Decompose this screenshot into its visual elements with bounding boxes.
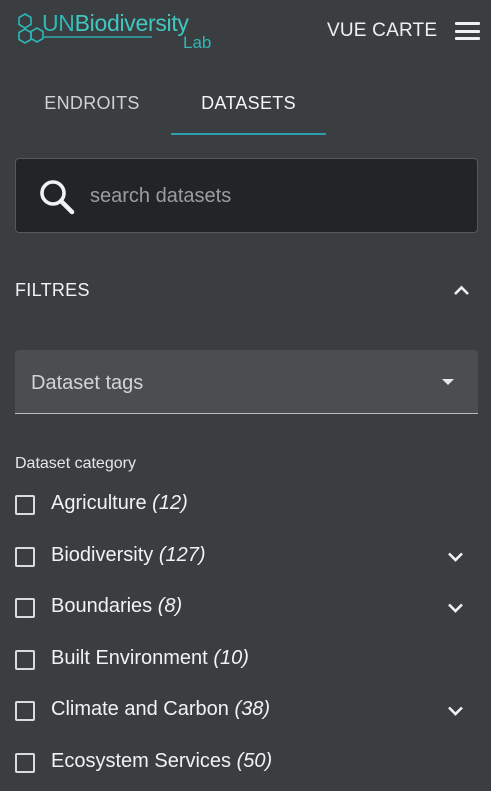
- hamburger-menu-icon[interactable]: [455, 22, 480, 40]
- category-count: (8): [157, 595, 183, 617]
- category-count: (50): [236, 749, 273, 772]
- category-count: (127): [158, 543, 206, 566]
- category-label: Boundaries (8): [51, 595, 182, 618]
- category-checkbox[interactable]: [15, 598, 35, 618]
- chevron-down-icon[interactable]: [447, 602, 464, 614]
- filters-header[interactable]: FILTRES: [15, 278, 478, 306]
- tab-bar: ENDROITS DATASETS: [0, 80, 491, 136]
- category-checkbox[interactable]: [15, 649, 35, 670]
- search-box: [15, 158, 478, 233]
- logo-un-text: UN: [42, 10, 75, 36]
- category-item-boundaries[interactable]: Boundaries (8): [15, 586, 478, 638]
- category-list: Agriculture (12) Biodiversity (127) Boun…: [15, 483, 478, 791]
- category-name: Agriculture: [51, 492, 147, 514]
- category-label: Ecosystem Services (50): [51, 750, 272, 773]
- category-checkbox[interactable]: [15, 546, 35, 567]
- category-checkbox[interactable]: [15, 701, 35, 721]
- logo-biodiversity-text: Biodiversity: [74, 10, 189, 36]
- category-name: Ecosystem Services: [51, 749, 232, 772]
- app-header: UNBiodiversity Lab VUE CARTE: [0, 0, 491, 64]
- category-name: Built Environment: [51, 646, 208, 669]
- search-input[interactable]: [90, 177, 460, 215]
- tab-places[interactable]: ENDROITS: [22, 80, 162, 136]
- dataset-category-title: Dataset category: [15, 455, 136, 472]
- dataset-tags-label: Dataset tags: [31, 372, 144, 394]
- category-checkbox[interactable]: [15, 495, 35, 515]
- map-view-button[interactable]: VUE CARTE: [327, 20, 437, 42]
- category-item-built-environment[interactable]: Built Environment (10): [15, 638, 478, 690]
- category-item-climate-and-carbon[interactable]: Climate and Carbon (38): [15, 689, 478, 741]
- search-icon: [40, 180, 75, 215]
- chevron-up-icon[interactable]: [453, 284, 470, 296]
- logo-lab-text: Lab: [183, 33, 212, 52]
- category-name: Climate and Carbon: [51, 698, 229, 720]
- category-count: (10): [213, 646, 249, 669]
- filters-title: FILTRES: [15, 280, 90, 300]
- category-label: Biodiversity (127): [51, 544, 206, 567]
- dropdown-arrow-icon: [442, 379, 454, 385]
- active-tab-indicator: [171, 133, 326, 135]
- category-item-ecosystem-services[interactable]: Ecosystem Services (50): [15, 741, 478, 791]
- category-label: Climate and Carbon (38): [51, 698, 270, 721]
- chevron-down-icon[interactable]: [447, 705, 464, 717]
- tab-datasets[interactable]: DATASETS: [171, 80, 326, 136]
- category-label: Built Environment (10): [51, 647, 249, 670]
- category-name: Boundaries: [51, 595, 153, 617]
- dataset-tags-select[interactable]: Dataset tags: [15, 350, 478, 414]
- category-item-biodiversity[interactable]: Biodiversity (127): [15, 535, 478, 587]
- category-count: (38): [234, 698, 271, 720]
- category-item-agriculture[interactable]: Agriculture (12): [15, 483, 478, 535]
- chevron-down-icon[interactable]: [447, 551, 464, 563]
- category-name: Biodiversity: [51, 543, 154, 566]
- category-checkbox[interactable]: [15, 752, 35, 773]
- category-label: Agriculture (12): [51, 492, 188, 515]
- logo-text: UNBiodiversity: [42, 10, 189, 36]
- unbiodiversity-lab-logo[interactable]: UNBiodiversity Lab: [16, 6, 216, 54]
- category-count: (12): [152, 492, 188, 514]
- logo-underline: [44, 36, 152, 38]
